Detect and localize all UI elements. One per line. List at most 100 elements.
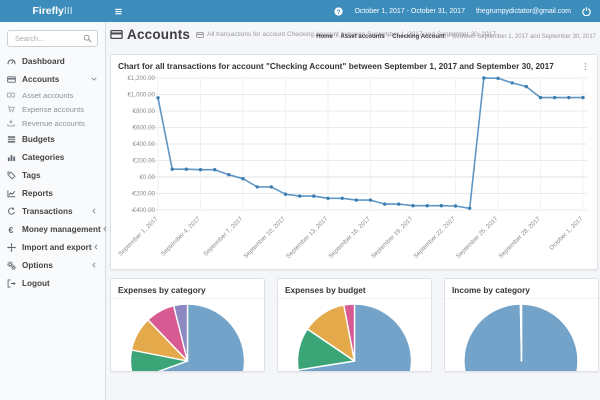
logout-power-button[interactable] <box>582 7 591 16</box>
sidebar-item-reports[interactable]: Reports <box>0 184 105 202</box>
arrows-icon <box>7 242 19 252</box>
breadcrumb-item: Between September 1, 2017 and September … <box>452 34 596 40</box>
euro-icon: € <box>7 224 19 234</box>
chart-panel-title: Chart for all transactions for account "… <box>118 61 554 71</box>
pie-panel-title: Income by category <box>452 285 530 295</box>
breadcrumb-separator: > <box>447 34 451 40</box>
sidebar-toggle-button[interactable] <box>105 0 131 22</box>
svg-text:September 13, 2017: September 13, 2017 <box>285 215 330 260</box>
page-header: Accounts All transactions for account Ch… <box>110 27 598 51</box>
svg-text:September 25, 2017: September 25, 2017 <box>455 215 500 260</box>
sidebar-item-label: Logout <box>22 279 50 288</box>
svg-text:€600.00: €600.00 <box>133 125 156 132</box>
sidebar-item-asset-accounts[interactable]: Asset accounts <box>0 88 105 102</box>
sidebar-item-label: Asset accounts <box>22 91 74 100</box>
sidebar-item-label: Options <box>22 261 53 270</box>
line-chart-icon <box>7 188 19 198</box>
expenses-by-budget-panel: Expenses by budget <box>277 278 432 372</box>
svg-text:?: ? <box>337 8 341 15</box>
gears-icon <box>7 260 19 270</box>
hamburger-icon <box>114 7 123 16</box>
income-by-category-pie <box>445 299 598 372</box>
expenses-by-category-pie <box>111 299 264 372</box>
main-content: Accounts All transactions for account Ch… <box>105 22 600 400</box>
credit-card-icon <box>7 74 19 84</box>
sidebar-item-label: Accounts <box>22 75 59 84</box>
dashboard-icon <box>7 56 19 66</box>
svg-text:October 1, 2017: October 1, 2017 <box>548 215 585 252</box>
svg-text:€200.00: €200.00 <box>133 158 156 165</box>
repeat-icon <box>7 206 19 216</box>
sidebar-item-label: Import and export <box>22 243 92 252</box>
svg-text:September 22, 2017: September 22, 2017 <box>412 215 457 260</box>
sidebar-item-logout[interactable]: Logout <box>0 274 105 292</box>
svg-text:September 19, 2017: September 19, 2017 <box>370 215 415 260</box>
power-icon <box>582 7 591 16</box>
help-button[interactable]: ? <box>334 7 343 16</box>
sidebar-item-dashboard[interactable]: Dashboard <box>0 52 105 70</box>
navbar-right: ? October 1, 2017 - October 31, 2017 the… <box>334 7 600 16</box>
chevron-left-icon <box>101 225 109 233</box>
sidebar-menu: Dashboard Accounts Asset accounts Expense a… <box>0 52 105 292</box>
cart-icon <box>7 104 19 114</box>
sidebar-item-categories[interactable]: Categories <box>0 148 105 166</box>
sidebar-item-label: Transactions <box>22 207 73 216</box>
sidebar-item-label: Reports <box>22 189 53 198</box>
svg-text:€0.00: €0.00 <box>140 174 156 181</box>
search-input[interactable] <box>13 33 83 44</box>
sidebar-item-label: Money management <box>22 225 101 234</box>
breadcrumb-item[interactable]: Asset accounts <box>340 34 384 40</box>
user-email-button[interactable]: thegrumpydictator@gmail.com <box>476 8 571 15</box>
money-icon <box>7 90 19 100</box>
breadcrumb-item[interactable]: Checking Account <box>392 34 444 40</box>
credit-card-icon <box>110 28 123 41</box>
pie-panel-title: Expenses by budget <box>285 285 366 295</box>
svg-text:-€400.00: -€400.00 <box>131 207 156 214</box>
page-title: Accounts <box>127 27 190 42</box>
line-chart: €1,200.00€1,000.00€800.00€600.00€400.00€… <box>111 73 595 269</box>
breadcrumb-separator: > <box>387 34 391 40</box>
svg-text:€1,000.00: €1,000.00 <box>127 92 155 99</box>
sign-out-icon <box>7 278 19 288</box>
svg-text:€1,200.00: €1,200.00 <box>127 75 155 82</box>
svg-text:September 4, 2017: September 4, 2017 <box>160 215 203 258</box>
search-icon[interactable] <box>83 34 92 43</box>
sidebar-item-import-and-export[interactable]: Import and export <box>0 238 105 256</box>
brand-text-bold: Firefly <box>32 5 64 17</box>
chart-panel-header: Chart for all transactions for account "… <box>111 55 597 73</box>
brand-text-suffix: III <box>64 5 73 17</box>
sidebar-item-label: Revenue accounts <box>22 119 85 128</box>
brand-logo[interactable]: FireflyIII <box>0 0 105 22</box>
sidebar-item-options[interactable]: Options <box>0 256 105 274</box>
sidebar-item-tags[interactable]: Tags <box>0 166 105 184</box>
chevron-left-icon <box>90 261 98 269</box>
sidebar-item-expense-accounts[interactable]: Expense accounts <box>0 102 105 116</box>
account-chart-panel: Chart for all transactions for account "… <box>110 54 598 270</box>
credit-card-icon <box>196 31 204 39</box>
svg-text:€800.00: €800.00 <box>133 108 156 115</box>
svg-text:September 16, 2017: September 16, 2017 <box>327 215 372 260</box>
sidebar-item-revenue-accounts[interactable]: Revenue accounts <box>0 116 105 130</box>
sidebar-item-label: Budgets <box>22 135 55 144</box>
sidebar-item-accounts[interactable]: Accounts <box>0 70 105 88</box>
breadcrumb-item[interactable]: Home <box>316 34 333 40</box>
question-circle-icon: ? <box>334 7 343 16</box>
expenses-by-budget-pie <box>278 299 431 372</box>
date-range-button[interactable]: October 1, 2017 - October 31, 2017 <box>354 8 465 15</box>
breadcrumb-separator: > <box>335 34 339 40</box>
sidebar-item-budgets[interactable]: Budgets <box>0 130 105 148</box>
breadcrumb: Home>Asset accounts>Checking Account>Bet… <box>316 34 596 40</box>
svg-text:September 10, 2017: September 10, 2017 <box>242 215 287 260</box>
chevron-left-icon <box>90 207 98 215</box>
expenses-by-category-panel: Expenses by category <box>110 278 265 372</box>
sidebar-item-money-management[interactable]: €Money management <box>0 220 105 238</box>
svg-text:September 28, 2017: September 28, 2017 <box>497 215 542 260</box>
pie-panel-title: Expenses by category <box>118 285 206 295</box>
sidebar-item-transactions[interactable]: Transactions <box>0 202 105 220</box>
top-navbar: FireflyIII ? October 1, 2017 - October 3… <box>0 0 600 22</box>
firefly-app: FireflyIII ? October 1, 2017 - October 3… <box>0 0 600 400</box>
sidebar: Dashboard Accounts Asset accounts Expense a… <box>0 22 106 400</box>
ellipsis-v-icon[interactable] <box>581 62 590 71</box>
svg-text:September 7, 2017: September 7, 2017 <box>202 215 245 258</box>
svg-text:September 1, 2017: September 1, 2017 <box>117 215 160 258</box>
